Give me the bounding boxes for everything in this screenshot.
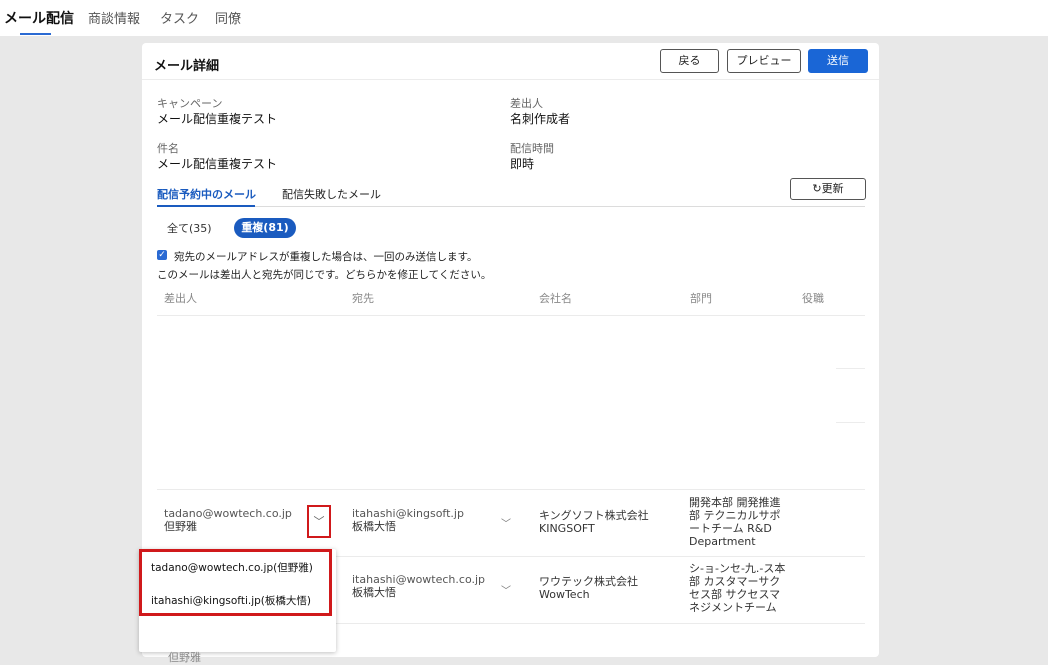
delivery-time-label: 配信時間 — [510, 142, 554, 155]
row2-company: ワウテック株式会社 WowTech — [539, 575, 638, 601]
header-divider — [157, 315, 865, 316]
subject-value: メール配信重複テスト — [157, 157, 278, 171]
tab-active-indicator — [157, 205, 255, 207]
cell-divider — [836, 368, 865, 369]
cell-divider — [836, 422, 865, 423]
dedupe-label: 宛先のメールアドレスが重複した場合は、一回のみ送信します。 — [174, 251, 478, 263]
nav-deals[interactable]: 商談情報 — [88, 8, 140, 27]
nav-active-indicator — [20, 33, 51, 35]
campaign-label: キャンペーン — [157, 97, 223, 110]
nav-mail-delivery[interactable]: メール配信 — [4, 8, 74, 28]
dedupe-checkbox[interactable]: ✓ — [157, 250, 167, 260]
header-department: 部門 — [690, 292, 712, 305]
subject-label: 件名 — [157, 142, 179, 155]
row2-department: シ-ョ-ンセ-九.-ス本部 カスタマーサクセス部 サクセスマネジメントチーム — [689, 562, 786, 614]
send-button[interactable]: 送信 — [808, 49, 868, 73]
warning-message: このメールは差出人と宛先が同じです。どちらかを修正してください。 — [157, 269, 492, 281]
page-title: メール詳細 — [154, 59, 220, 74]
row1-company: キングソフト株式会社 KINGSOFT — [539, 509, 649, 535]
top-nav: メール配信 商談情報 タスク 同僚 — [0, 0, 1048, 36]
chevron-down-icon: ﹀ — [313, 515, 325, 528]
check-icon: ✓ — [158, 250, 166, 260]
filter-duplicates[interactable]: 重複(81) — [234, 218, 296, 238]
row3-sender-name: 但野雅 — [168, 651, 201, 664]
tabs-divider — [157, 206, 865, 207]
refresh-icon: ↻ — [812, 182, 822, 195]
row1-recipient-name: 板橋大悟 — [352, 520, 396, 533]
row1-sender-email: tadano@wowtech.co.jp — [164, 507, 292, 520]
tab-scheduled[interactable]: 配信予約中のメール — [157, 186, 256, 202]
row1-recipient-email: itahashi@kingsoft.jp — [352, 507, 464, 520]
title-divider — [142, 79, 879, 80]
header-title: 役職 — [802, 292, 824, 305]
back-button[interactable]: 戻る — [660, 49, 719, 73]
refresh-label: 更新 — [821, 182, 844, 195]
annotation-highlight — [139, 549, 332, 616]
sender-label: 差出人 — [510, 97, 543, 110]
filter-all[interactable]: 全て(35) — [167, 220, 212, 236]
row2-recipient-email: itahashi@wowtech.co.jp — [352, 573, 486, 586]
sender-select-trigger[interactable]: ﹀ — [307, 505, 331, 538]
nav-tasks[interactable]: タスク — [160, 8, 199, 27]
header-company: 会社名 — [539, 292, 572, 305]
header-sender: 差出人 — [164, 292, 197, 305]
campaign-value: メール配信重複テスト — [157, 112, 278, 126]
tab-failed[interactable]: 配信失敗したメール — [282, 186, 381, 202]
row2-recipient-name: 板橋大悟 — [352, 586, 396, 599]
chevron-down-icon[interactable]: ﹀ — [501, 515, 511, 530]
preview-button[interactable]: プレビュー — [727, 49, 801, 73]
header-recipient: 宛先 — [352, 292, 374, 305]
row1-department: 開発本部 開発推進部 テクニカルサポートチーム R&D Department — [689, 496, 781, 548]
row1-sender-name: 但野雅 — [164, 520, 197, 533]
delivery-time-value: 即時 — [510, 157, 535, 171]
nav-colleagues[interactable]: 同僚 — [215, 8, 241, 27]
refresh-button[interactable]: ↻更新 — [790, 178, 866, 200]
chevron-down-icon[interactable]: ﹀ — [501, 582, 511, 597]
row-divider — [157, 489, 865, 490]
sender-value: 名刺作成者 — [510, 112, 571, 126]
